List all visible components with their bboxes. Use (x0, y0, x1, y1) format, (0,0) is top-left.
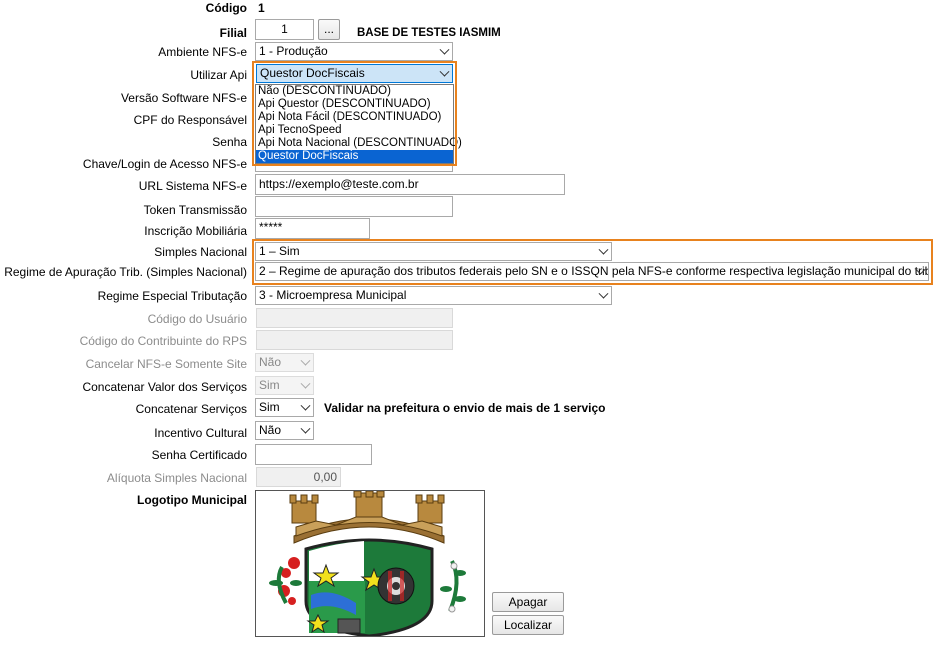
concatenar-valor-value: Sim (259, 378, 280, 392)
inscricao-label: Inscrição Mobiliária (144, 224, 247, 238)
logotipo-label: Logotipo Municipal (137, 493, 247, 507)
highlight-simples-regime (252, 239, 933, 285)
chevron-down-icon (300, 355, 311, 366)
url-sistema-input[interactable]: https://exemplo@teste.com.br (255, 174, 565, 195)
chevron-down-icon (300, 378, 311, 389)
filial-lookup-button[interactable]: ... (318, 19, 340, 40)
highlight-utilizar-api (252, 61, 457, 166)
incentivo-cultural-value: Não (259, 423, 282, 437)
regime-especial-label: Regime Especial Tributação (97, 289, 247, 303)
regime-especial-select[interactable]: 3 - Microempresa Municipal (255, 286, 612, 305)
ambiente-select[interactable]: 1 - Produção (255, 42, 453, 61)
simples-nacional-label: Simples Nacional (154, 245, 247, 259)
url-sistema-label: URL Sistema NFS-e (138, 179, 247, 193)
concatenar-valor-select: Sim (255, 376, 314, 395)
filial-label: Filial (219, 26, 247, 40)
codigo-usuario-input (256, 308, 453, 328)
localizar-button[interactable]: Localizar (492, 615, 564, 635)
utilizar-api-label: Utilizar Api (190, 68, 247, 82)
regime-especial-value: 3 - Microempresa Municipal (259, 288, 407, 302)
chevron-down-icon (300, 400, 311, 411)
cancelar-nfse-select: Não (255, 353, 314, 372)
incentivo-cultural-select[interactable]: Não (255, 421, 314, 440)
aliquota-label: Alíquota Simples Nacional (106, 471, 247, 485)
chevron-down-icon (300, 423, 311, 434)
chave-login-label: Chave/Login de Acesso NFS-e (82, 157, 247, 171)
concatenar-servicos-select[interactable]: Sim (255, 398, 314, 417)
chave-login-input[interactable] (255, 166, 453, 172)
chevron-down-icon (598, 288, 609, 299)
logotipo-image (255, 490, 485, 637)
senha-certificado-label: Senha Certificado (151, 448, 247, 462)
cancelar-nfse-value: Não (259, 355, 282, 369)
codigo-contribuinte-label: Código do Contribuinte do RPS (79, 334, 247, 348)
filial-input[interactable]: 1 (255, 19, 314, 40)
codigo-label: Código (205, 1, 247, 15)
codigo-contribuinte-input (256, 330, 453, 350)
token-input[interactable] (255, 196, 453, 217)
concatenar-valor-label: Concatenar Valor dos Serviços (82, 380, 247, 394)
ambiente-label: Ambiente NFS-e (158, 45, 247, 59)
regime-apuracao-label: Regime de Apuração Trib. (Simples Nacion… (4, 265, 247, 279)
codigo-usuario-label: Código do Usuário (147, 312, 247, 326)
senha-label: Senha (212, 135, 247, 149)
ambiente-value: 1 - Produção (259, 44, 328, 58)
codigo-value: 1 (258, 1, 265, 15)
apagar-button[interactable]: Apagar (492, 592, 564, 612)
token-label: Token Transmissão (143, 203, 247, 217)
filial-name: BASE DE TESTES IASMIM (357, 27, 501, 39)
concatenar-servicos-label: Concatenar Serviços (135, 402, 247, 416)
municipal-coat-of-arms-image (269, 491, 466, 636)
aliquota-input: 0,00 (256, 467, 341, 487)
versao-software-label: Versão Software NFS-e (120, 91, 247, 105)
concatenar-servicos-note: Validar na prefeitura o envio de mais de… (324, 401, 606, 415)
concatenar-servicos-value: Sim (259, 400, 280, 414)
cancelar-nfse-label: Cancelar NFS-e Somente Site (85, 357, 247, 371)
incentivo-cultural-label: Incentivo Cultural (154, 426, 247, 440)
senha-certificado-input[interactable] (255, 444, 372, 465)
cpf-responsavel-label: CPF do Responsável (133, 113, 247, 127)
chevron-down-icon (439, 44, 450, 55)
inscricao-input[interactable]: ***** (255, 218, 370, 239)
